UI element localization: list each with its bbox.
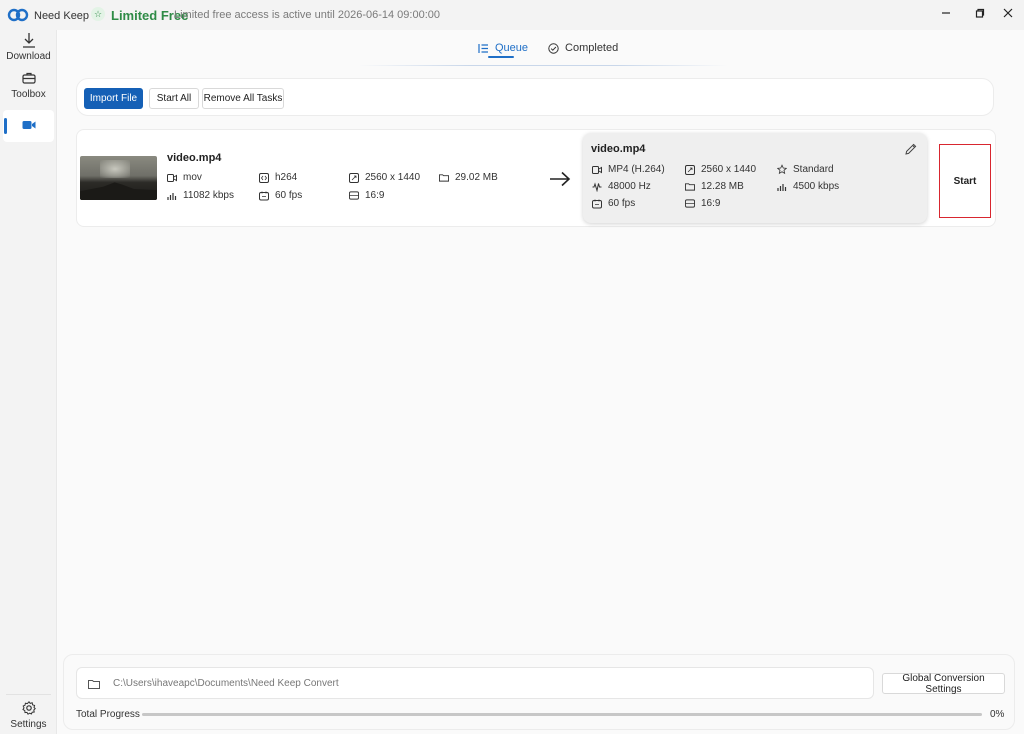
- star-icon: [777, 164, 787, 175]
- import-file-button[interactable]: Import File: [84, 88, 143, 109]
- source-bitrate: 11082 kbps: [167, 190, 234, 201]
- tab-queue[interactable]: Queue: [468, 38, 538, 58]
- total-progress-percent: 0%: [990, 709, 1005, 720]
- sidebar-item-video[interactable]: [3, 110, 54, 142]
- sidebar-divider: [6, 694, 51, 695]
- output-format: MP4 (H.264): [592, 164, 665, 175]
- codec-icon: [259, 172, 269, 183]
- output-fps: 60 fps: [592, 198, 635, 209]
- remove-all-tasks-button[interactable]: Remove All Tasks: [202, 88, 284, 109]
- global-conversion-settings-button[interactable]: Global Conversion Settings: [882, 673, 1005, 695]
- output-path-text: C:\Users\ihaveapc\Documents\Need Keep Co…: [113, 678, 339, 689]
- source-aspect: 16:9: [349, 190, 384, 201]
- close-icon: [1003, 8, 1013, 18]
- main-content: Queue Completed Import File Start All Re…: [58, 30, 1024, 734]
- minimize-button[interactable]: [932, 2, 960, 24]
- minimize-icon: [942, 12, 950, 14]
- output-aspect: 16:9: [685, 198, 720, 209]
- tab-label: Queue: [495, 42, 529, 54]
- toolbox-icon: [21, 70, 36, 86]
- output-file-name: video.mp4: [591, 143, 646, 155]
- resolution-icon: [685, 164, 695, 175]
- source-container: mov: [167, 172, 202, 183]
- sidebar-item-label: Download: [6, 51, 51, 62]
- check-circle-icon: [548, 42, 559, 54]
- license-text: Limited free access is active until 2026…: [174, 9, 440, 21]
- folder-icon[interactable]: [88, 678, 100, 690]
- fps-icon: [259, 191, 269, 201]
- audio-wave-icon: [592, 181, 602, 192]
- folder-icon: [439, 173, 449, 183]
- sidebar-item-download[interactable]: Download: [3, 32, 54, 68]
- folder-icon: [685, 182, 695, 192]
- start-all-button[interactable]: Start All: [149, 88, 199, 109]
- tab-completed[interactable]: Completed: [538, 38, 628, 58]
- restore-button[interactable]: [966, 2, 994, 24]
- tab-separator: [358, 65, 728, 66]
- output-settings-card[interactable]: video.mp4 MP4 (H.264) 2560 x 1440 Standa…: [583, 133, 927, 223]
- output-bitrate: 4500 kbps: [777, 181, 839, 192]
- tab-active-underline: [488, 56, 514, 58]
- start-task-button[interactable]: Start: [939, 144, 991, 218]
- total-progress-bar: [142, 713, 982, 716]
- output-audio: 48000 Hz: [592, 181, 651, 192]
- app-name: Need Keep: [34, 10, 90, 22]
- sidebar: Download Toolbox Settings: [0, 30, 57, 734]
- active-indicator: [4, 118, 7, 134]
- app-logo-icon: [7, 8, 29, 22]
- bottom-panel: C:\Users\ihaveapc\Documents\Need Keep Co…: [63, 654, 1015, 730]
- output-size: 12.28 MB: [685, 181, 744, 192]
- gear-icon: [21, 700, 36, 716]
- aspect-ratio-icon: [685, 199, 695, 209]
- aspect-ratio-icon: [349, 191, 359, 201]
- bitrate-icon: [167, 191, 177, 201]
- output-resolution: 2560 x 1440: [685, 164, 756, 175]
- source-size: 29.02 MB: [439, 172, 498, 183]
- sidebar-item-label: Toolbox: [11, 89, 46, 100]
- total-progress-label: Total Progress: [76, 709, 140, 720]
- pencil-icon[interactable]: [904, 142, 918, 156]
- output-path-field[interactable]: C:\Users\ihaveapc\Documents\Need Keep Co…: [76, 667, 874, 699]
- close-button[interactable]: [994, 2, 1022, 24]
- restore-icon: [975, 8, 985, 18]
- task-toolbar: Import File Start All Remove All Tasks: [76, 78, 994, 116]
- star-icon: ☆: [91, 7, 105, 21]
- source-codec: h264: [259, 172, 297, 183]
- source-file-name: video.mp4: [167, 152, 222, 164]
- resolution-icon: [349, 172, 359, 183]
- convert-arrow-icon: [549, 167, 571, 193]
- title-bar: Need Keep ☆ Limited Free Limited free ac…: [0, 0, 1024, 30]
- sidebar-item-toolbox[interactable]: Toolbox: [3, 70, 54, 106]
- list-icon: [478, 43, 488, 53]
- tab-bar: Queue Completed: [468, 38, 628, 62]
- fps-icon: [592, 199, 602, 209]
- video-camera-icon: [22, 117, 36, 133]
- sidebar-item-settings[interactable]: Settings: [3, 700, 54, 734]
- video-thumbnail: [80, 156, 157, 200]
- video-format-icon: [167, 173, 177, 183]
- sidebar-item-label: Settings: [10, 719, 47, 730]
- source-fps: 60 fps: [259, 190, 302, 201]
- bitrate-icon: [777, 182, 787, 192]
- tab-label: Completed: [565, 42, 619, 54]
- download-icon: [22, 32, 36, 48]
- output-quality: Standard: [777, 164, 834, 175]
- source-resolution: 2560 x 1440: [349, 172, 420, 183]
- video-format-icon: [592, 165, 602, 175]
